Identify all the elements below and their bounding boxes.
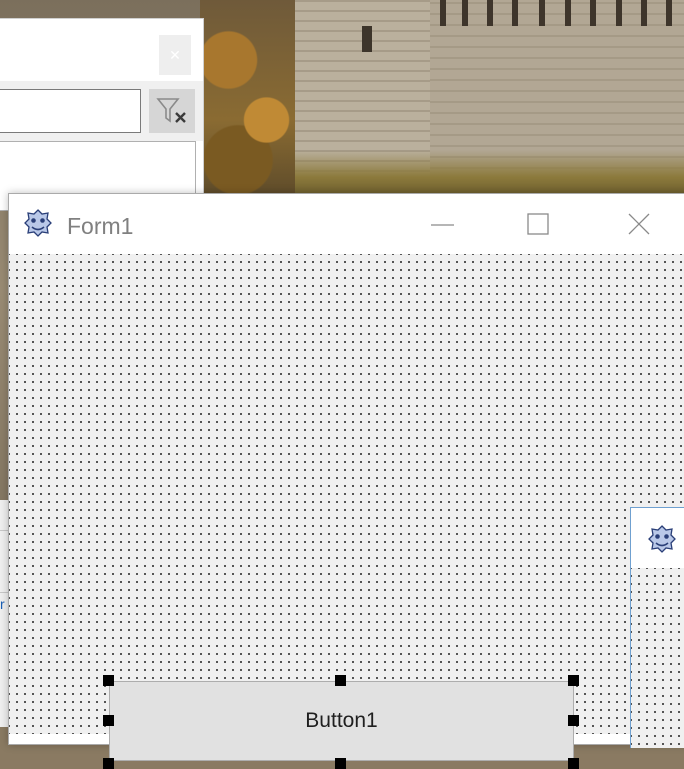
maximize-icon bbox=[527, 213, 549, 235]
resize-handle-right[interactable] bbox=[568, 715, 579, 726]
filter-input[interactable] bbox=[0, 89, 141, 133]
crenel bbox=[590, 0, 596, 26]
dialog-close-button[interactable]: ✕ bbox=[159, 35, 191, 75]
resize-handle-bottom[interactable] bbox=[335, 758, 346, 769]
window-title: Form1 bbox=[67, 213, 134, 239]
clear-filter-button[interactable] bbox=[149, 89, 195, 133]
second-form-titlebar[interactable] bbox=[631, 508, 684, 568]
crenel bbox=[666, 0, 672, 26]
form-designer-grid[interactable]: Button1 bbox=[9, 254, 684, 769]
minimize-icon bbox=[431, 224, 454, 226]
lazarus-paw-icon bbox=[648, 525, 676, 553]
resize-handle-bottom-right[interactable] bbox=[568, 758, 579, 769]
filter-clear-icon bbox=[156, 98, 186, 123]
form1-titlebar[interactable]: Form1 bbox=[9, 194, 684, 254]
button1[interactable]: Button1 bbox=[109, 681, 574, 761]
maximize-button[interactable] bbox=[516, 206, 560, 242]
crenel bbox=[616, 0, 622, 26]
resize-handle-top-left[interactable] bbox=[103, 675, 114, 686]
background-dialog: ✕ bbox=[0, 18, 204, 211]
foliage bbox=[295, 150, 684, 195]
minimize-button[interactable] bbox=[421, 206, 465, 242]
resize-handle-top-right[interactable] bbox=[568, 675, 579, 686]
second-form-window[interactable] bbox=[630, 507, 684, 748]
second-form-grid[interactable] bbox=[631, 568, 684, 748]
close-icon: ✕ bbox=[169, 47, 181, 63]
crenel bbox=[512, 0, 518, 26]
crenel bbox=[539, 0, 545, 26]
crenel bbox=[462, 0, 468, 26]
resize-handle-bottom-left[interactable] bbox=[103, 758, 114, 769]
form1-window: Form1 Button1 bbox=[8, 193, 684, 769]
crenel bbox=[565, 0, 571, 26]
resize-handle-top[interactable] bbox=[335, 675, 346, 686]
close-icon bbox=[628, 213, 650, 235]
lazarus-paw-icon bbox=[24, 209, 52, 237]
tower-window bbox=[362, 26, 372, 52]
crenel bbox=[440, 0, 446, 26]
crenel bbox=[487, 0, 493, 26]
crenel bbox=[641, 0, 647, 26]
autumn-trees bbox=[200, 0, 295, 200]
close-button[interactable] bbox=[617, 206, 661, 242]
resize-handle-left[interactable] bbox=[103, 715, 114, 726]
truncated-link-char: r bbox=[0, 596, 5, 612]
